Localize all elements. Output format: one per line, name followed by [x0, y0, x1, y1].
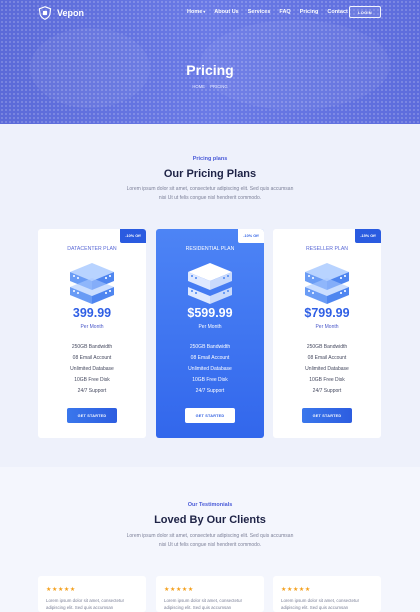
nav-item-home[interactable]: Home▾ — [187, 9, 205, 15]
feature-item: 08 Email Account — [72, 355, 112, 361]
breadcrumb-home[interactable]: HOME — [192, 84, 205, 89]
feature-item: 250GB Bandwidth — [189, 344, 231, 350]
main-menu: Home▾ About Us Services FAQ Pricing Cont… — [187, 9, 348, 15]
plan-period: Per Month — [80, 324, 104, 330]
feature-item: 250GB Bandwidth — [306, 344, 348, 350]
discount-badge: -15% Off — [355, 229, 381, 243]
feature-item: 10GB Free Disk — [309, 377, 345, 383]
plan-features: 250GB Bandwidth 08 Email Account Unlimit… — [156, 342, 264, 397]
plan-price: 399.99 — [72, 306, 112, 320]
pricing-description: Lorem ipsum dolor sit amet, consectetur … — [126, 186, 294, 201]
nav-item-pricing[interactable]: Pricing — [300, 9, 319, 15]
testimonial-text: Lorem ipsum dolor sit amet, consectetur … — [46, 598, 125, 610]
rating-stars-icon: ★★★★★ — [46, 587, 76, 593]
plan-features: 250GB Bandwidth 08 Email Account Unlimit… — [38, 342, 146, 397]
breadcrumb-current: PRICING — [210, 84, 228, 89]
nav-item-faq[interactable]: FAQ — [279, 9, 290, 15]
plan-price: $799.99 — [304, 306, 350, 320]
rating-stars-icon: ★★★★★ — [281, 587, 311, 593]
pricing-title: Our Pricing Plans — [163, 168, 257, 180]
get-started-button[interactable]: GET STARTED — [302, 408, 352, 423]
nav-item-contact[interactable]: Contact — [327, 9, 347, 15]
plan-features: 250GB Bandwidth 08 Email Account Unlimit… — [273, 342, 381, 397]
feature-item: Unlimited Database — [70, 366, 114, 372]
plan-price: $599.99 — [187, 306, 233, 320]
testimonial-card: ★★★★★ Lorem ipsum dolor sit amet, consec… — [38, 576, 146, 612]
breadcrumb: HOME PRICING — [0, 84, 420, 89]
feature-item: 24/7 Support — [312, 388, 342, 394]
page-hero: Vepon Home▾ About Us Services FAQ Pricin… — [0, 0, 420, 124]
plan-period: Per Month — [315, 324, 339, 330]
pricing-tag: Pricing plans — [192, 156, 228, 162]
feature-item: 10GB Free Disk — [192, 377, 228, 383]
testimonials-tag: Our Testimonials — [187, 502, 233, 508]
testimonial-card: ★★★★★ Lorem ipsum dolor sit amet, consec… — [156, 576, 264, 612]
logo[interactable]: Vepon — [38, 6, 84, 20]
testimonial-text: Lorem ipsum dolor sit amet, consectetur … — [281, 598, 360, 610]
logo-text: Vepon — [57, 8, 85, 18]
chevron-down-icon: ▾ — [203, 9, 206, 14]
plan-name: RESIDENTIAL PLAN — [185, 246, 235, 252]
discount-badge: -10% Off — [120, 229, 146, 243]
get-started-button[interactable]: GET STARTED — [185, 408, 235, 423]
server-icon — [70, 263, 114, 304]
get-started-button[interactable]: GET STARTED — [67, 408, 117, 423]
shield-logo-icon — [38, 6, 52, 20]
feature-item: Unlimited Database — [188, 366, 232, 372]
plan-name: DATACENTER PLAN — [67, 246, 117, 252]
feature-item: 08 Email Account — [307, 355, 347, 361]
testimonials-description: Lorem ipsum dolor sit amet, consectetur … — [126, 533, 294, 548]
feature-item: 10GB Free Disk — [74, 377, 110, 383]
login-button[interactable]: LOGIN — [349, 6, 381, 18]
feature-item: 24/7 Support — [195, 388, 225, 394]
feature-item: Unlimited Database — [305, 366, 349, 372]
feature-item: 250GB Bandwidth — [71, 344, 113, 350]
nav-item-about[interactable]: About Us — [214, 9, 238, 15]
testimonials-title: Loved By Our Clients — [154, 514, 266, 526]
plan-name: RESELLER PLAN — [305, 246, 349, 252]
rating-stars-icon: ★★★★★ — [164, 587, 194, 593]
server-icon — [188, 263, 232, 304]
discount-badge: -10% Off — [238, 229, 264, 243]
feature-item: 08 Email Account — [190, 355, 230, 361]
pricing-card-reseller: -15% Off RESELLER PLAN $799.99 Per Month… — [273, 229, 381, 438]
pricing-card-residential: -10% Off RESIDENTIAL PLAN $599.99 Per Mo… — [156, 229, 264, 438]
testimonial-text: Lorem ipsum dolor sit amet, consectetur … — [164, 598, 243, 610]
server-icon — [305, 263, 349, 304]
navbar: Vepon Home▾ About Us Services FAQ Pricin… — [0, 0, 420, 26]
pricing-card-datacenter: -10% Off DATACENTER PLAN 399.99 Per Mont… — [38, 229, 146, 438]
page-title: Pricing — [186, 62, 234, 78]
testimonial-card: ★★★★★ Lorem ipsum dolor sit amet, consec… — [273, 576, 381, 612]
nav-item-services[interactable]: Services — [248, 9, 271, 15]
plan-period: Per Month — [198, 324, 222, 330]
feature-item: 24/7 Support — [77, 388, 107, 394]
